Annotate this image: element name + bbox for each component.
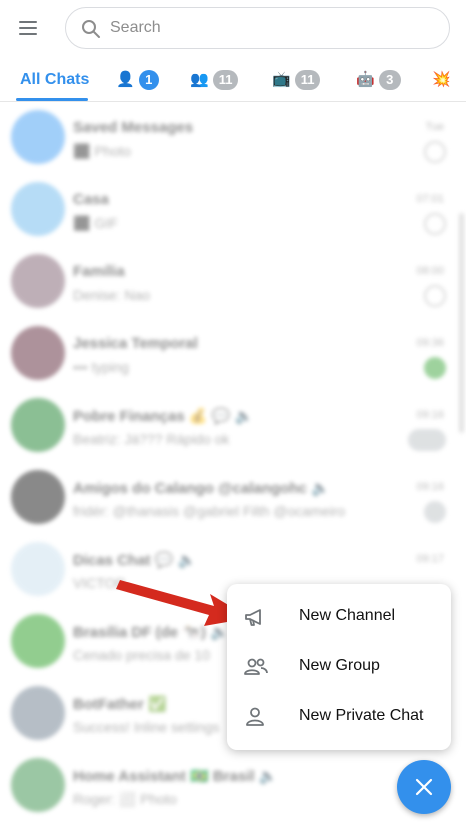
chat-preview: ••• typing <box>73 359 129 375</box>
search-box[interactable] <box>65 7 450 49</box>
chat-time: 07:01 <box>416 193 444 205</box>
group-icon <box>244 658 268 675</box>
megaphone-icon <box>245 609 261 626</box>
chat-row[interactable]: Família Denise: Nao 08:00 <box>0 247 466 319</box>
chat-row[interactable]: Pobre Finanças 💰 💬 🔈 Beatriz: Já??? Rápi… <box>0 391 466 463</box>
person-icon <box>246 707 264 726</box>
chat-time: 09:16 <box>416 481 444 493</box>
chat-time: Tue <box>425 121 444 133</box>
chat-name: Home Assistant 🇧🇷 Brasil 🔈 <box>73 768 278 785</box>
tab-channels[interactable]: 📺 11 <box>272 70 321 90</box>
chat-name: Saved Messages <box>73 119 194 136</box>
chat-row[interactable]: Amigos do Calango @calangohc 🔈 fridér: @… <box>0 463 466 535</box>
avatar <box>11 182 65 236</box>
chat-preview: Roger: ⬜ Photo <box>73 791 177 807</box>
chat-name: Casa <box>73 191 109 208</box>
chat-name: Família <box>73 263 125 280</box>
active-tab-indicator <box>16 98 88 101</box>
tab-personal[interactable]: 👤 1 <box>116 70 159 90</box>
unread-badge: 11 <box>212 70 239 90</box>
avatar <box>11 686 65 740</box>
read-status-icon <box>424 285 446 307</box>
menu-item-label: New Channel <box>299 607 396 624</box>
chat-preview: Cenado precisa de 10 <box>73 647 210 663</box>
tv-emoji-icon: 📺 <box>272 71 291 88</box>
avatar <box>11 470 65 524</box>
avatar <box>11 542 65 596</box>
chat-name: Pobre Finanças 💰 💬 🔈 <box>73 408 254 425</box>
top-bar <box>0 0 466 56</box>
search-icon <box>82 20 100 38</box>
menu-item-label: New Private Chat <box>299 707 424 724</box>
people-emoji-icon: 👥 <box>190 71 209 88</box>
avatar <box>11 254 65 308</box>
person-emoji-icon: 👤 <box>116 71 135 88</box>
chat-preview: Success! Inline settings <box>73 719 220 735</box>
tab-groups[interactable]: 👥 11 <box>190 70 239 90</box>
menu-item-new-channel[interactable]: New Channel <box>227 593 451 641</box>
chat-time: 09:36 <box>416 337 444 349</box>
new-chat-menu: New Channel New Group New Private Chat <box>227 584 451 750</box>
robot-emoji-icon: 🤖 <box>356 71 375 88</box>
tab-all-chats[interactable]: All Chats <box>20 70 89 90</box>
avatar <box>11 398 65 452</box>
search-input[interactable] <box>110 17 430 39</box>
unread-badge: 11 <box>294 70 321 90</box>
close-icon <box>415 778 433 796</box>
avatar <box>11 758 65 812</box>
menu-item-new-group[interactable]: New Group <box>227 643 451 691</box>
tab-more[interactable]: 💥 <box>432 70 455 90</box>
unread-badge: 1 <box>138 70 159 90</box>
close-menu-button[interactable] <box>397 760 451 814</box>
scrollbar[interactable] <box>459 213 464 433</box>
chat-time: 09:17 <box>416 553 444 565</box>
chat-row[interactable]: Casa ⬛ GIF 07:01 <box>0 175 466 247</box>
unread-count-icon <box>424 357 446 379</box>
chat-row[interactable]: Saved Messages ⬛ Photo Tue <box>0 103 466 175</box>
mention-icon <box>424 501 446 523</box>
chat-preview: ⬛ GIF <box>73 215 118 231</box>
avatar <box>11 110 65 164</box>
chat-name: BotFather ✅ <box>73 696 167 713</box>
folder-tabs: All Chats 👤 1 👥 11 📺 11 🤖 3 💥 <box>0 56 466 102</box>
tab-label: All Chats <box>20 71 90 88</box>
read-status-icon <box>424 141 446 163</box>
avatar <box>11 614 65 668</box>
menu-item-new-private-chat[interactable]: New Private Chat <box>227 693 451 741</box>
chat-preview: ⬛ Photo <box>73 143 131 159</box>
hamburger-menu-icon[interactable] <box>16 16 42 40</box>
avatar <box>11 326 65 380</box>
menu-item-label: New Group <box>299 657 380 674</box>
unread-count-icon <box>408 429 446 451</box>
chat-name: Jessica Temporal <box>73 335 198 352</box>
read-status-icon <box>424 213 446 235</box>
chat-time: 09:16 <box>416 409 444 421</box>
tab-bots[interactable]: 🤖 3 <box>356 70 401 90</box>
unread-badge: 3 <box>378 70 401 90</box>
chat-preview: fridér: @thanasis @gabriel Filth @ocamei… <box>73 503 346 519</box>
chat-time: 08:00 <box>416 265 444 277</box>
chat-name: Amigos do Calango @calangohc 🔈 <box>73 480 330 497</box>
chat-preview: Denise: Nao <box>73 287 151 303</box>
chat-preview: Beatriz: Já??? Rápido ok <box>73 431 230 447</box>
collision-emoji-icon: 💥 <box>432 71 451 88</box>
chat-row[interactable]: Jessica Temporal ••• typing 09:36 <box>0 319 466 391</box>
